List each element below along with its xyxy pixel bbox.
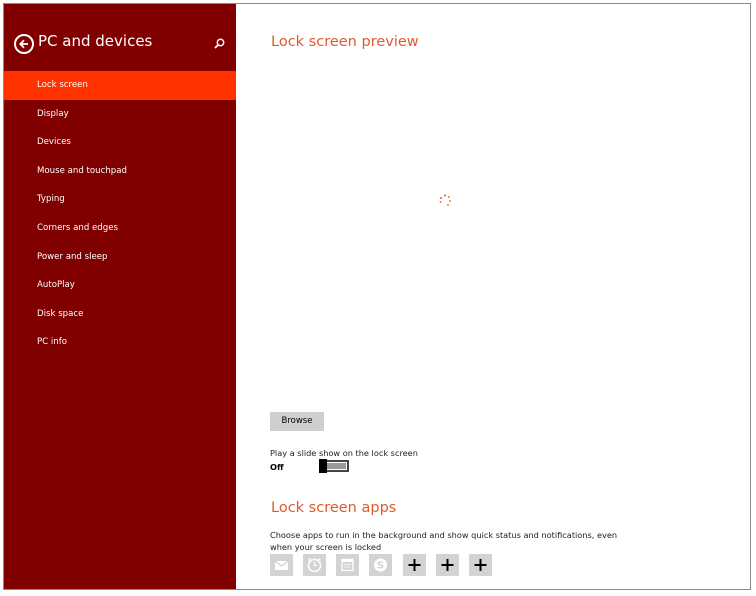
sidebar-item-display[interactable]: Display [4,100,236,129]
sidebar-item-power-and-sleep[interactable]: Power and sleep [4,243,236,272]
sidebar-title: PC and devices [38,32,153,50]
sidebar-item-corners-and-edges[interactable]: Corners and edges [4,214,236,243]
sidebar-item-lock-screen[interactable]: Lock screen [4,71,236,100]
search-icon[interactable] [212,36,226,50]
slideshow-toggle[interactable] [319,459,349,473]
settings-window: PC and devices Lock screen Display Devic… [3,3,751,590]
slideshow-state-label: Off [270,462,284,472]
mail-icon[interactable] [270,554,293,576]
sidebar-nav: Lock screen Display Devices Mouse and to… [4,71,236,357]
sidebar-header: PC and devices [14,32,228,62]
add-icon[interactable] [469,554,492,576]
sidebar-item-autoplay[interactable]: AutoPlay [4,271,236,300]
back-arrow-circle-icon[interactable] [14,34,34,54]
lock-screen-apps-title: Lock screen apps [271,500,397,516]
main-content: Lock screen preview Browse Play a slide … [236,4,750,589]
lock-screen-preview-title: Lock screen preview [271,34,419,50]
toggle-track [327,463,346,469]
lock-screen-apps-description: Choose apps to run in the background and… [270,530,618,552]
calendar-icon[interactable] [336,554,359,576]
sidebar: PC and devices Lock screen Display Devic… [4,4,236,589]
toggle-thumb[interactable] [319,459,327,473]
sidebar-item-devices[interactable]: Devices [4,128,236,157]
alarm-icon[interactable] [303,554,326,576]
sidebar-item-pc-info[interactable]: PC info [4,328,236,357]
add-icon[interactable] [436,554,459,576]
browse-button[interactable]: Browse [270,412,324,431]
sidebar-item-typing[interactable]: Typing [4,185,236,214]
add-icon[interactable] [403,554,426,576]
sidebar-item-disk-space[interactable]: Disk space [4,300,236,329]
loading-spinner-icon [437,193,453,209]
skype-icon[interactable]: S [369,554,392,576]
slideshow-label: Play a slide show on the lock screen [270,448,418,458]
svg-text:S: S [377,561,384,572]
sidebar-item-mouse-and-touchpad[interactable]: Mouse and touchpad [4,157,236,186]
